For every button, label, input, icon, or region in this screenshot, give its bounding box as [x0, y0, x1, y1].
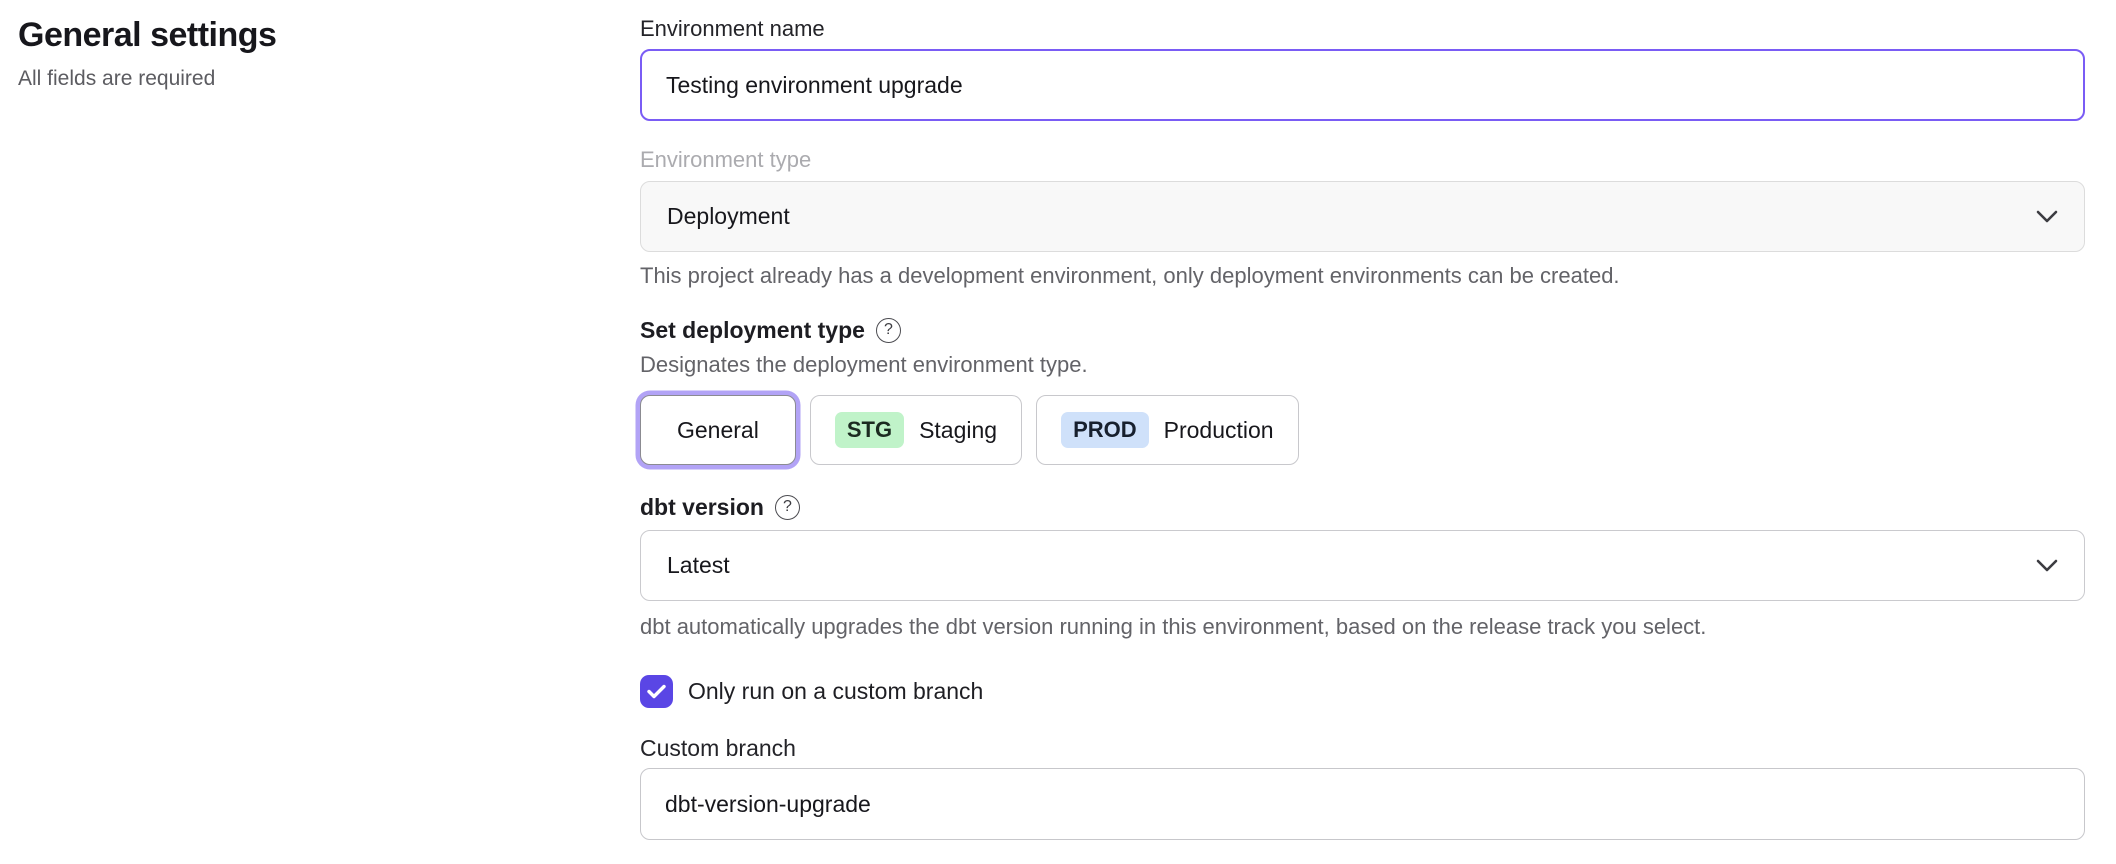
environment-name-input[interactable]: [640, 49, 2085, 121]
deployment-type-general-label: General: [677, 417, 759, 444]
page-subtitle: All fields are required: [18, 66, 578, 92]
chevron-down-icon: [2036, 210, 2058, 223]
deployment-type-production-button[interactable]: PROD Production: [1036, 395, 1299, 465]
custom-branch-checkbox-row: Only run on a custom branch: [640, 675, 2085, 708]
deployment-type-general-button[interactable]: General: [640, 395, 796, 465]
custom-branch-checkbox-label[interactable]: Only run on a custom branch: [688, 678, 983, 705]
dbt-version-helper: dbt automatically upgrades the dbt versi…: [640, 614, 2085, 640]
staging-badge: STG: [835, 412, 904, 448]
deployment-type-options: General STG Staging PROD Production: [640, 395, 2085, 465]
environment-type-label: Environment type: [640, 147, 2085, 173]
custom-branch-input[interactable]: [640, 768, 2085, 840]
page-title: General settings: [18, 14, 578, 56]
environment-type-helper: This project already has a development e…: [640, 263, 2085, 289]
help-icon[interactable]: ?: [775, 495, 800, 520]
chevron-down-icon: [2036, 559, 2058, 572]
deployment-type-staging-button[interactable]: STG Staging: [810, 395, 1022, 465]
custom-branch-label: Custom branch: [640, 735, 2085, 761]
deployment-type-staging-label: Staging: [919, 417, 997, 444]
dbt-version-value: Latest: [667, 552, 730, 579]
dbt-version-label: dbt version: [640, 494, 764, 520]
environment-type-select[interactable]: Deployment: [640, 181, 2085, 252]
deployment-type-production-label: Production: [1164, 417, 1274, 444]
help-icon[interactable]: ?: [876, 318, 901, 343]
settings-header: General settings All fields are required: [18, 14, 578, 92]
checkmark-icon: [647, 684, 666, 699]
environment-name-label: Environment name: [640, 16, 2085, 42]
dbt-version-select[interactable]: Latest: [640, 530, 2085, 601]
deployment-type-label: Set deployment type: [640, 317, 865, 343]
deployment-type-helper: Designates the deployment environment ty…: [640, 352, 2085, 378]
environment-type-value: Deployment: [667, 203, 790, 230]
production-badge: PROD: [1061, 412, 1149, 448]
environment-settings-page: General settings All fields are required…: [0, 0, 2116, 864]
environment-settings-form: Environment name Environment type Deploy…: [640, 0, 2085, 840]
custom-branch-checkbox[interactable]: [640, 675, 673, 708]
